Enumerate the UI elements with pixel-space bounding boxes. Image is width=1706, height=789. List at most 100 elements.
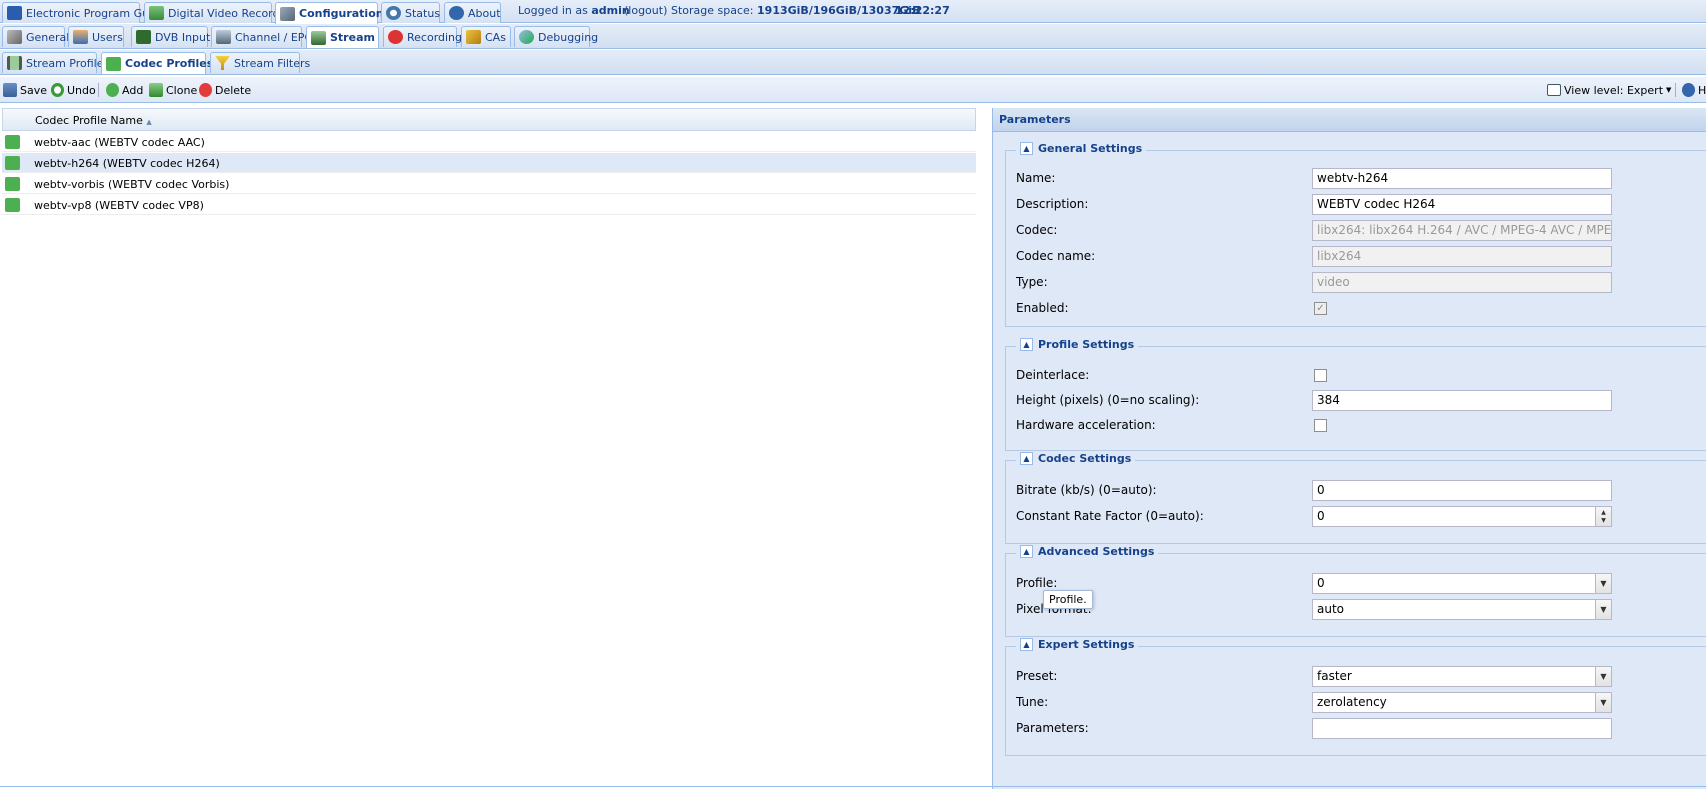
- description-field[interactable]: WEBTV codec H264: [1312, 194, 1612, 215]
- tune-label: Tune:: [1016, 695, 1049, 709]
- tab-label: Users: [92, 30, 123, 44]
- codec-field: libx264: libx264 H.264 / AVC / MPEG-4 AV…: [1312, 220, 1612, 241]
- name-label: Name:: [1016, 171, 1056, 185]
- preset-label: Preset:: [1016, 669, 1058, 683]
- tab-about[interactable]: About: [444, 2, 501, 23]
- tab-stream-filters[interactable]: Stream Filters: [210, 52, 310, 73]
- collapse-icon[interactable]: ▲: [1020, 545, 1033, 558]
- tune-value: zerolatency: [1317, 695, 1387, 709]
- tab-channel-epg[interactable]: Channel / EPG: [211, 26, 313, 47]
- tab-dvr[interactable]: Digital Video Recorder: [144, 2, 291, 23]
- profile-select[interactable]: 0 ▼: [1312, 573, 1612, 594]
- collapse-icon[interactable]: ▲: [1020, 638, 1033, 651]
- hwaccel-checkbox[interactable]: [1314, 419, 1327, 432]
- spinner-icon[interactable]: ▲ ▼: [1595, 507, 1611, 526]
- chevron-down-icon[interactable]: ▼: [1595, 667, 1611, 686]
- height-field[interactable]: 384: [1312, 390, 1612, 411]
- bitrate-field[interactable]: 0: [1312, 480, 1612, 501]
- tab-debugging[interactable]: Debugging: [514, 26, 598, 47]
- grid-header: Codec Profile Name ▲: [2, 108, 976, 131]
- preset-select[interactable]: faster ▼: [1312, 666, 1612, 687]
- view-icon: [1547, 84, 1561, 96]
- table-row[interactable]: webtv-aac (WEBTV codec AAC): [2, 132, 976, 152]
- deinterlace-checkbox[interactable]: [1314, 369, 1327, 382]
- name-field[interactable]: webtv-h264: [1312, 168, 1612, 189]
- row-name: webtv-vp8 (WEBTV codec VP8): [34, 199, 204, 212]
- enabled-checkbox: ✓: [1314, 302, 1327, 315]
- session-info: Logged in as admin: [518, 4, 630, 17]
- add-icon: [106, 83, 119, 97]
- tab-epg[interactable]: Electronic Program Guide: [2, 2, 166, 23]
- tab-label: Stream Profiles: [26, 56, 110, 70]
- tune-select[interactable]: zerolatency ▼: [1312, 692, 1612, 713]
- legend-label: Profile Settings: [1038, 338, 1135, 351]
- add-button[interactable]: Add: [106, 81, 143, 99]
- crf-field[interactable]: 0 ▲ ▼: [1312, 506, 1612, 527]
- storage-label: Storage space:: [671, 4, 754, 17]
- undo-icon: [51, 83, 64, 97]
- table-row[interactable]: webtv-vorbis (WEBTV codec Vorbis): [2, 174, 976, 194]
- tab-configuration[interactable]: Configuration: [275, 2, 384, 24]
- collapse-icon[interactable]: ▲: [1020, 452, 1033, 465]
- undo-label: Undo: [67, 83, 96, 97]
- general-settings-legend: ▲ General Settings: [1016, 142, 1147, 155]
- chevron-down-icon[interactable]: ▼: [1595, 693, 1611, 712]
- pixel-format-select[interactable]: auto ▼: [1312, 599, 1612, 620]
- tv-icon: [216, 30, 231, 44]
- tab-cas[interactable]: CAs: [461, 26, 511, 47]
- table-row[interactable]: webtv-h264 (WEBTV codec H264): [2, 153, 976, 173]
- column-header-name[interactable]: Codec Profile Name ▲: [35, 114, 152, 127]
- sort-asc-icon: ▲: [146, 118, 152, 126]
- clock: 12:22:27: [895, 4, 950, 17]
- toolbar-separator: [1675, 83, 1676, 97]
- delete-label: Delete: [215, 83, 252, 97]
- help-button[interactable]: H: [1682, 81, 1706, 99]
- collapse-icon[interactable]: ▲: [1020, 142, 1033, 155]
- profile-label: Profile:: [1016, 576, 1058, 590]
- type-label: Type:: [1016, 275, 1048, 289]
- tab-stream-profiles[interactable]: Stream Profiles: [2, 52, 109, 73]
- legend-label: Expert Settings: [1038, 638, 1135, 651]
- row-name: webtv-aac (WEBTV codec AAC): [34, 136, 205, 149]
- tab-recording[interactable]: Recording: [383, 26, 462, 47]
- parameters-field[interactable]: [1312, 718, 1612, 739]
- table-row[interactable]: webtv-vp8 (WEBTV codec VP8): [2, 195, 976, 215]
- tab-label: Configuration: [299, 7, 384, 20]
- advanced-settings-legend: ▲ Advanced Settings: [1016, 545, 1159, 558]
- codec-name-field: libx264: [1312, 246, 1612, 267]
- crf-value: 0: [1317, 509, 1325, 523]
- delete-button[interactable]: Delete: [199, 81, 251, 99]
- chevron-down-icon[interactable]: ▼: [1595, 574, 1611, 593]
- info-icon: [449, 6, 464, 20]
- parameters-panel: Parameters ▲ General Settings Name: webt…: [992, 108, 1706, 789]
- column-header-label: Codec Profile Name: [35, 114, 143, 127]
- wrench-icon: [7, 30, 22, 44]
- save-button[interactable]: Save: [3, 81, 47, 99]
- tab-label: Recording: [407, 30, 463, 44]
- undo-button[interactable]: Undo: [51, 81, 96, 99]
- profile-settings-legend: ▲ Profile Settings: [1016, 338, 1139, 351]
- tab-users[interactable]: Users: [68, 26, 124, 47]
- tab-general[interactable]: General: [2, 26, 69, 47]
- collapse-icon[interactable]: ▲: [1020, 338, 1033, 351]
- divider: [0, 786, 1706, 787]
- tab-status[interactable]: Status: [381, 2, 440, 23]
- save-icon: [3, 83, 17, 97]
- clone-icon: [149, 83, 163, 97]
- view-level-button[interactable]: View level: Expert ▼: [1547, 81, 1671, 99]
- row-name: webtv-vorbis (WEBTV codec Vorbis): [34, 178, 230, 191]
- clone-button[interactable]: Clone: [149, 81, 197, 99]
- chevron-down-icon[interactable]: ▼: [1595, 600, 1611, 619]
- logout-link[interactable]: (logout): [624, 4, 667, 17]
- parameters-label: Parameters:: [1016, 721, 1089, 735]
- stream-tab-bar: Stream Profiles Codec Profiles Stream Fi…: [0, 50, 1706, 75]
- film-icon: [7, 56, 22, 70]
- plugin-icon: [5, 198, 20, 212]
- main-tab-bar: Electronic Program Guide Digital Video R…: [0, 0, 1706, 24]
- spin-up: ▲: [1601, 508, 1606, 516]
- tab-stream[interactable]: Stream: [306, 26, 379, 48]
- tab-dvb-inputs[interactable]: DVB Inputs: [131, 26, 216, 47]
- debug-icon: [519, 30, 534, 44]
- tab-codec-profiles[interactable]: Codec Profiles: [101, 52, 213, 74]
- deinterlace-label: Deinterlace:: [1016, 368, 1090, 382]
